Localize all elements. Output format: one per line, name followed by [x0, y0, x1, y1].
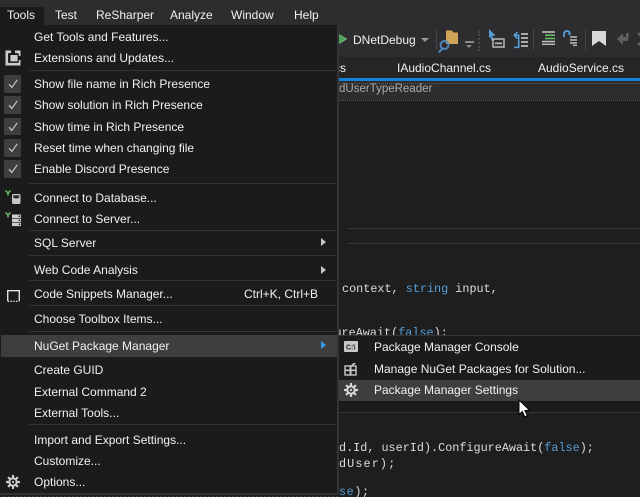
svg-text:C:\: C:\: [346, 345, 355, 352]
